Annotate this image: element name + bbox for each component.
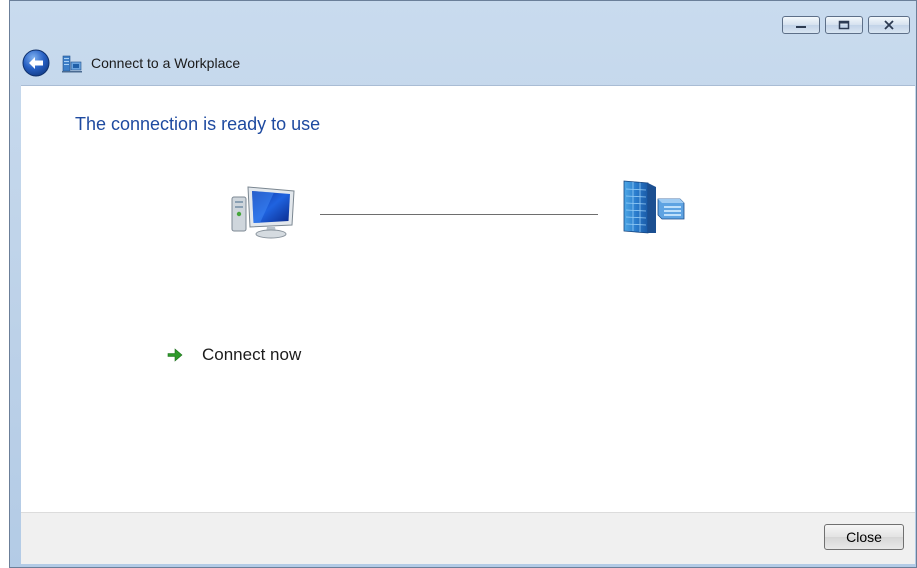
maximize-button[interactable] [825, 16, 863, 34]
minimize-button[interactable] [782, 16, 820, 34]
connection-line [320, 214, 598, 215]
content-pane: The connection is ready to use Connect n… [21, 85, 915, 512]
minimize-icon [796, 26, 806, 28]
close-window-button[interactable] [868, 16, 910, 34]
green-arrow-icon [167, 348, 183, 362]
maximize-icon [838, 20, 850, 30]
close-button[interactable]: Close [824, 524, 904, 550]
computer-icon [231, 186, 295, 239]
caption-buttons [782, 16, 910, 34]
close-icon [884, 20, 894, 30]
window-title: Connect to a Workplace [91, 55, 241, 71]
connect-now-label: Connect now [202, 345, 302, 364]
workplace-network-icon [623, 180, 685, 234]
dialog-window: Connect to a Workplace The connection is… [9, 0, 917, 568]
back-arrow-icon[interactable] [22, 49, 50, 77]
title-bar: Connect to a Workplace [22, 49, 240, 77]
dialog-footer: Close [21, 512, 915, 564]
workplace-network-icon [62, 55, 82, 73]
page-heading: The connection is ready to use [75, 114, 321, 134]
connect-now-link[interactable]: Connect now [167, 345, 301, 365]
